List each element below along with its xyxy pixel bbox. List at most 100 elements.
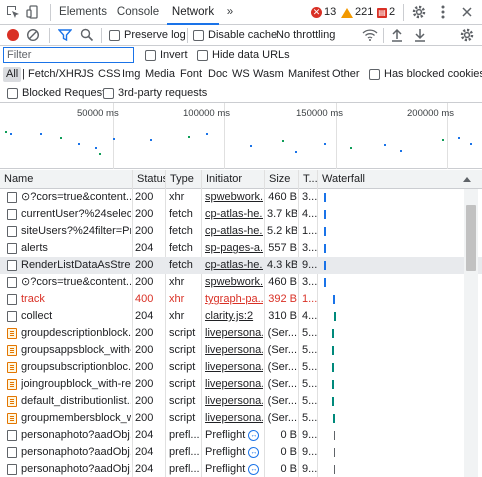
table-row[interactable]: RenderListDataAsStream 200 fetch cp-atlas-h…	[0, 257, 482, 274]
request-name-text: ⊙?cors=true&content...	[21, 276, 131, 288]
network-settings-gear-icon[interactable]	[459, 27, 475, 46]
request-initiator[interactable]: clarity.js:2	[205, 308, 263, 325]
warning-icon	[341, 7, 353, 18]
request-initiator-text: livepersona...	[205, 412, 263, 424]
table-row[interactable]: alerts 204 fetch sp-pages-a... 557 B 3...	[0, 240, 482, 257]
request-initiator[interactable]: livepersona...	[205, 410, 263, 427]
column-header-size[interactable]: Size	[264, 170, 298, 189]
type-css[interactable]: CSS	[98, 68, 121, 80]
issues-count-badge[interactable]: ▤ 2	[377, 5, 395, 20]
request-initiator[interactable]: sp-pages-a...	[205, 240, 263, 257]
request-status: 200	[135, 189, 165, 206]
request-initiator[interactable]: livepersona...	[205, 376, 263, 393]
table-row[interactable]: personaphoto?aadObj... 204 prefl... Preflig…	[0, 461, 482, 477]
preflight-link-icon[interactable]: ↔	[248, 429, 260, 441]
more-tabs-button[interactable]: »	[222, 0, 238, 25]
request-initiator[interactable]: livepersona...	[205, 359, 263, 376]
table-row[interactable]: groupdescriptionblock... 200 script liveper…	[0, 325, 482, 342]
tab-console[interactable]: Console	[113, 0, 163, 25]
table-row[interactable]: currentUser?%24select... 200 fetch cp-atlas…	[0, 206, 482, 223]
type-all[interactable]: All	[3, 67, 22, 82]
type-js[interactable]: JS	[81, 68, 94, 80]
more-options-icon[interactable]	[435, 4, 451, 20]
script-file-icon	[7, 396, 17, 407]
blocked-requests-checkbox[interactable]	[7, 88, 18, 99]
type-media[interactable]: Media	[145, 68, 175, 80]
preflight-link-icon[interactable]: ↔	[248, 446, 260, 458]
invert-checkbox[interactable]	[145, 50, 156, 61]
request-initiator[interactable]: cp-atlas-he...	[205, 206, 263, 223]
type-img[interactable]: Img	[122, 68, 140, 80]
type-fetch-xhr[interactable]: Fetch/XHR	[28, 68, 82, 80]
search-icon[interactable]	[80, 28, 94, 45]
request-initiator[interactable]: livepersona...	[205, 342, 263, 359]
tab-network[interactable]: Network	[167, 0, 219, 25]
table-row[interactable]: ⊙?cors=true&content... 200 xhr spwebwork...…	[0, 274, 482, 291]
close-icon[interactable]	[459, 4, 475, 20]
warning-count-badge[interactable]: 221	[341, 5, 373, 20]
request-initiator[interactable]: livepersona...	[205, 325, 263, 342]
hide-data-urls-checkbox[interactable]	[197, 50, 208, 61]
throttling-select[interactable]: No throttling	[276, 29, 335, 41]
table-row[interactable]: joingroupblock_with-re... 200 script livepe…	[0, 376, 482, 393]
settings-gear-icon[interactable]	[411, 4, 427, 20]
network-conditions-icon[interactable]	[362, 28, 378, 45]
request-initiator[interactable]: livepersona...	[205, 393, 263, 410]
third-party-requests-checkbox[interactable]	[103, 88, 114, 99]
error-count-badge[interactable]: ✕ 13	[311, 5, 336, 20]
request-initiator[interactable]: cp-atlas-he...	[205, 257, 263, 274]
request-initiator[interactable]: spwebwork...	[205, 189, 263, 206]
table-row[interactable]: default_distributionlist... 200 script live…	[0, 393, 482, 410]
column-header-time[interactable]: T...	[298, 170, 317, 189]
table-row[interactable]: ⊙?cors=true&content... 200 xhr spwebwork...…	[0, 189, 482, 206]
inspect-element-icon[interactable]	[5, 4, 21, 20]
request-size-text: 310 B	[268, 310, 297, 322]
column-header-waterfall[interactable]: Waterfall	[317, 170, 464, 189]
column-header-initiator[interactable]: Initiator	[201, 170, 264, 189]
column-header-name[interactable]: Name	[0, 170, 132, 189]
filter-icon[interactable]	[57, 28, 73, 45]
type-other[interactable]: Other	[332, 68, 360, 80]
network-overview-timeline[interactable]: 50000 ms 100000 ms 150000 ms 200000 ms	[0, 103, 482, 169]
overview-mark	[324, 143, 326, 145]
sort-ascending-icon[interactable]	[462, 170, 476, 189]
export-har-icon[interactable]	[414, 28, 426, 45]
filter-input[interactable]	[3, 47, 134, 63]
request-initiator[interactable]: cp-atlas-he...	[205, 223, 263, 240]
preflight-link-icon[interactable]: ↔	[248, 463, 260, 475]
record-button[interactable]	[7, 29, 19, 41]
table-row[interactable]: groupsappsblock_with-... 200 script liveper…	[0, 342, 482, 359]
request-initiator[interactable]: spwebwork...	[205, 274, 263, 291]
tab-elements[interactable]: Elements	[57, 0, 109, 25]
column-header-type[interactable]: Type	[165, 170, 201, 189]
request-status-text: 400	[135, 293, 154, 305]
request-name-text: groupdescriptionblock...	[21, 327, 131, 339]
table-row[interactable]: collect 204 xhr clarity.js:2 310 B 4...	[0, 308, 482, 325]
table-row[interactable]: groupsubscriptionbloc... 200 script liveper…	[0, 359, 482, 376]
error-icon: ✕	[311, 7, 322, 18]
request-initiator[interactable]: tygraph-pa...	[205, 291, 263, 308]
request-initiator-text: cp-atlas-he...	[205, 208, 263, 220]
type-ws[interactable]: WS	[232, 68, 250, 80]
request-time: 5...	[302, 393, 317, 410]
preserve-log-checkbox[interactable]	[109, 30, 120, 41]
disable-cache-checkbox[interactable]	[193, 30, 204, 41]
table-row[interactable]: personaphoto?aadObj... 204 prefl... Preflig…	[0, 427, 482, 444]
clear-icon[interactable]	[26, 28, 40, 45]
table-row[interactable]: personaphoto?aadObj... 204 prefl... Preflig…	[0, 444, 482, 461]
column-header-status[interactable]: Status	[132, 170, 165, 189]
request-type: prefl...	[169, 427, 201, 444]
type-font[interactable]: Font	[180, 68, 202, 80]
request-type: script	[169, 325, 201, 342]
table-row[interactable]: siteUsers?%24filter=Pri... 200 fetch cp-atl…	[0, 223, 482, 240]
table-row[interactable]: groupmembersblock_w... 200 script liveperso…	[0, 410, 482, 427]
table-row[interactable]: track 400 xhr tygraph-pa... 392 B 1...	[0, 291, 482, 308]
type-doc[interactable]: Doc	[208, 68, 228, 80]
type-manifest[interactable]: Manifest	[288, 68, 330, 80]
device-toolbar-icon[interactable]	[26, 4, 42, 20]
import-har-icon[interactable]	[391, 28, 403, 45]
has-blocked-cookies-checkbox[interactable]	[369, 69, 380, 80]
overview-mark	[150, 139, 152, 141]
type-wasm[interactable]: Wasm	[253, 68, 284, 80]
scrollbar-thumb[interactable]	[466, 205, 476, 271]
